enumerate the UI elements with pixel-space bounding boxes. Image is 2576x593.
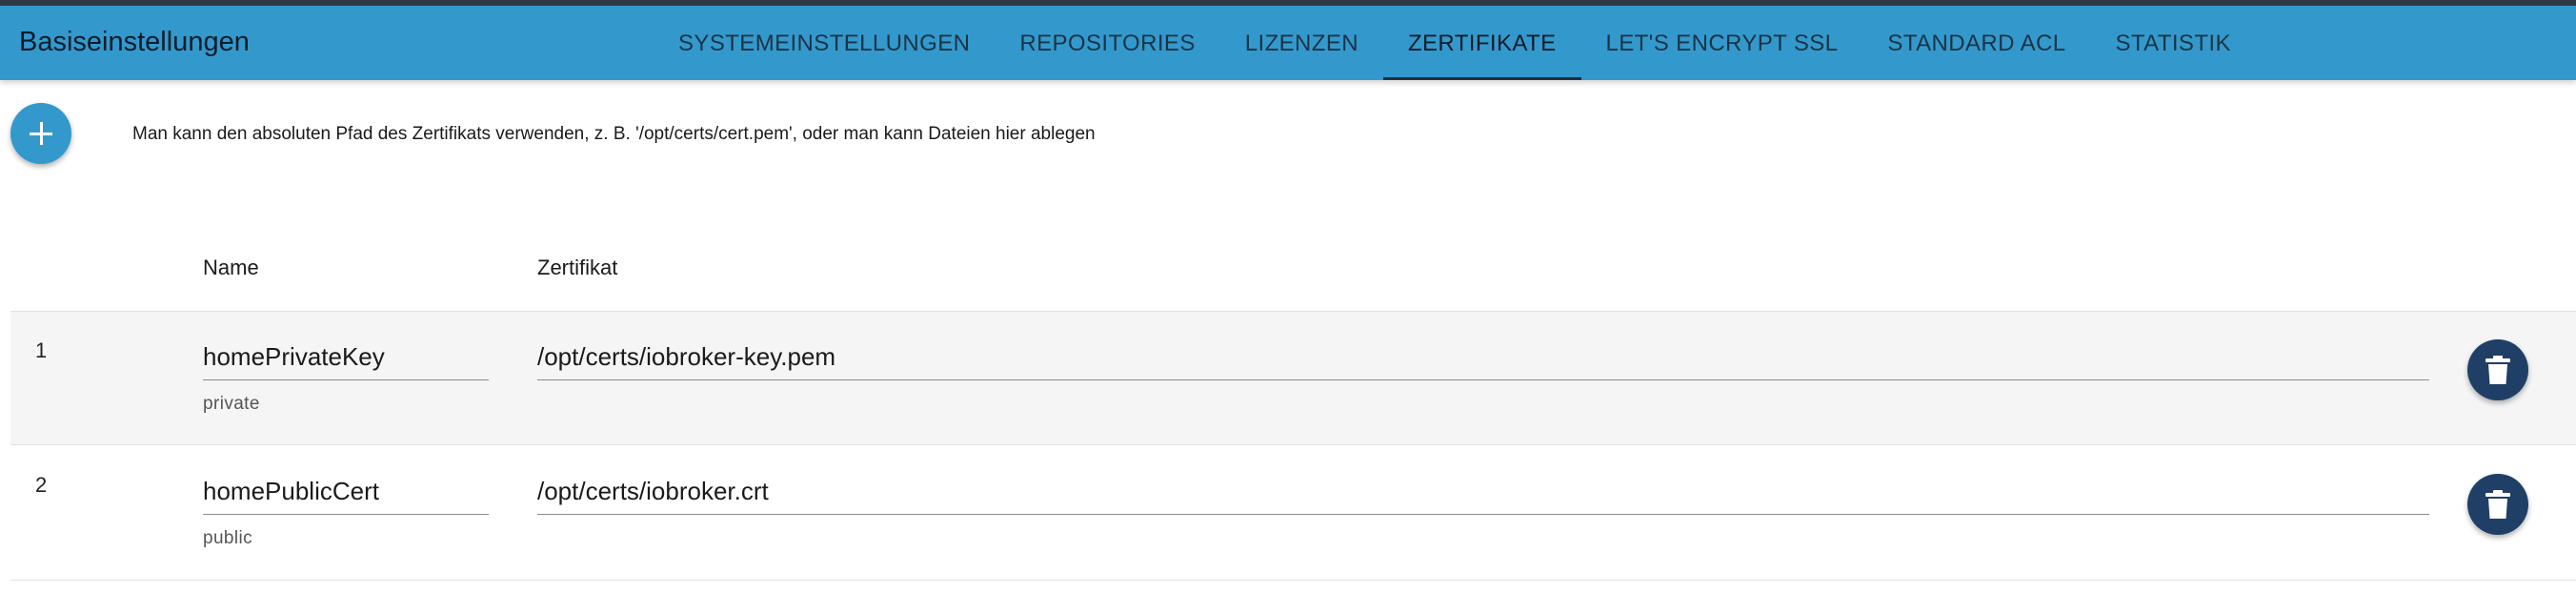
trash-icon xyxy=(2485,356,2510,384)
row-index: 2 xyxy=(35,473,48,497)
row-index: 1 xyxy=(35,338,48,362)
app-header: Basiseinstellungen SYSTEMEINSTELLUNGEN R… xyxy=(0,0,2576,80)
tab-lizenzen[interactable]: LIZENZEN xyxy=(1220,6,1383,80)
tab-systemeinstellungen[interactable]: SYSTEMEINSTELLUNGEN xyxy=(654,6,995,80)
delete-row-button[interactable] xyxy=(2467,339,2528,400)
column-header-name: Name xyxy=(203,256,259,279)
add-certificate-button[interactable] xyxy=(10,103,71,164)
certificate-path-field[interactable]: /opt/certs/iobroker.crt xyxy=(537,471,2429,515)
delete-row-button[interactable] xyxy=(2467,474,2528,535)
name-field[interactable]: homePrivateKey xyxy=(203,337,489,380)
drop-hint-text: Man kann den absoluten Pfad des Zertifik… xyxy=(132,124,1096,144)
trash-icon xyxy=(2485,490,2510,519)
table-row: 2 homePublicCert public /opt/certs/iobro… xyxy=(10,446,2576,581)
certificate-path-field[interactable]: /opt/certs/iobroker-key.pem xyxy=(537,337,2429,380)
tab-bar: SYSTEMEINSTELLUNGEN REPOSITORIES LIZENZE… xyxy=(654,6,2256,80)
tab-lets-encrypt-ssl[interactable]: LET'S ENCRYPT SSL xyxy=(1581,6,1863,80)
name-field[interactable]: homePublicCert xyxy=(203,471,489,515)
table-row: 1 homePrivateKey private /opt/certs/iobr… xyxy=(10,311,2576,445)
certificate-type-label: public xyxy=(203,528,253,548)
column-header-certificate: Zertifikat xyxy=(537,256,618,279)
tab-statistik[interactable]: STATISTIK xyxy=(2090,6,2255,80)
tab-standard-acl[interactable]: STANDARD ACL xyxy=(1862,6,2090,80)
certificate-type-label: private xyxy=(203,394,260,414)
page-title: Basiseinstellungen xyxy=(19,27,250,57)
tab-repositories[interactable]: REPOSITORIES xyxy=(995,6,1219,80)
tab-zertifikate[interactable]: ZERTIFIKATE xyxy=(1382,6,1581,80)
